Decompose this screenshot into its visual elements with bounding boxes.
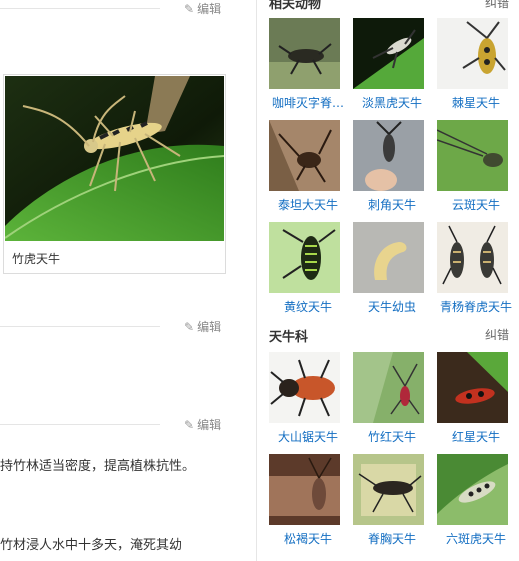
paragraph-text: 竹材浸人水中十多天，淹死其幼 [0, 538, 183, 553]
item-label[interactable]: 红星天牛 [433, 428, 519, 445]
pencil-icon: ✎ [184, 1, 195, 16]
edit-link[interactable]: ✎ 编辑 [184, 0, 221, 17]
figure-image[interactable] [5, 76, 224, 241]
family-title: 天牛科 [269, 330, 309, 345]
beetle-thumbnail [437, 222, 508, 293]
thumbnail-image[interactable] [269, 120, 340, 191]
section-divider [0, 424, 160, 425]
sidebar: 相关动物 纠错 咖啡灭字脊… 淡黑虎天牛 棘星天牛 泰坦大天牛 刺角天牛 云斑天… [256, 0, 519, 561]
thumbnail-image[interactable] [437, 120, 508, 191]
pencil-icon: ✎ [184, 417, 195, 432]
beetle-thumbnail [269, 222, 340, 293]
item-label[interactable]: 青杨脊虎天牛 [433, 298, 519, 315]
larva-thumbnail [353, 222, 424, 293]
thumbnail-image[interactable] [353, 18, 424, 89]
related-animals-title: 相关动物 [269, 0, 322, 12]
correction-link[interactable]: 纠错 [485, 326, 509, 343]
beetle-on-leaf-image [5, 76, 224, 241]
beetle-thumbnail [353, 454, 424, 525]
beetle-thumbnail [353, 120, 424, 191]
beetle-thumbnail [437, 454, 508, 525]
item-label[interactable]: 六斑虎天牛 [433, 530, 519, 547]
item-label[interactable]: 黄纹天牛 [265, 298, 351, 315]
thumbnail-image[interactable] [353, 222, 424, 293]
beetle-thumbnail [353, 18, 424, 89]
section-divider [0, 8, 160, 9]
correction-link[interactable]: 纠错 [485, 0, 509, 11]
thumbnail-image[interactable] [353, 454, 424, 525]
item-label[interactable]: 云斑天牛 [433, 196, 519, 213]
beetle-thumbnail [353, 352, 424, 423]
thumbnail-image[interactable] [437, 352, 508, 423]
beetle-thumbnail [437, 352, 508, 423]
item-label[interactable]: 咖啡灭字脊… [265, 94, 351, 111]
thumbnail-image[interactable] [437, 18, 508, 89]
item-label[interactable]: 淡黑虎天牛 [349, 94, 435, 111]
beetle-thumbnail [269, 352, 340, 423]
edit-link[interactable]: ✎ 编辑 [184, 318, 221, 335]
thumbnail-image[interactable] [353, 352, 424, 423]
beetle-thumbnail [269, 454, 340, 525]
item-label[interactable]: 松褐天牛 [265, 530, 351, 547]
item-label[interactable]: 脊胸天牛 [349, 530, 435, 547]
thumbnail-image[interactable] [269, 222, 340, 293]
item-label[interactable]: 泰坦大天牛 [265, 196, 351, 213]
thumbnail-image[interactable] [269, 18, 340, 89]
beetle-thumbnail [437, 18, 508, 89]
section-divider [0, 326, 160, 327]
paragraph-text: 持竹林适当密度，提高植株抗性。 [0, 459, 196, 474]
item-label[interactable]: 刺角天牛 [349, 196, 435, 213]
pencil-icon: ✎ [184, 319, 195, 334]
thumbnail-image[interactable] [269, 454, 340, 525]
article-column: ✎ 编辑 竹虎天牛 ✎ 编辑 ✎ 编辑 持竹林适当密度，提高植株抗性。 竹材浸人… [0, 0, 255, 561]
article-figure[interactable]: 竹虎天牛 [3, 74, 226, 274]
item-label[interactable]: 天牛幼虫 [349, 298, 435, 315]
edit-link[interactable]: ✎ 编辑 [184, 416, 221, 433]
beetle-thumbnail [437, 120, 508, 191]
thumbnail-image[interactable] [437, 222, 508, 293]
figure-caption: 竹虎天牛 [12, 252, 61, 266]
beetle-thumbnail [269, 18, 340, 89]
beetle-thumbnail [269, 120, 340, 191]
item-label[interactable]: 大山锯天牛 [265, 428, 351, 445]
item-label[interactable]: 棘星天牛 [433, 94, 519, 111]
thumbnail-image[interactable] [353, 120, 424, 191]
thumbnail-image[interactable] [269, 352, 340, 423]
thumbnail-image[interactable] [437, 454, 508, 525]
item-label[interactable]: 竹红天牛 [349, 428, 435, 445]
